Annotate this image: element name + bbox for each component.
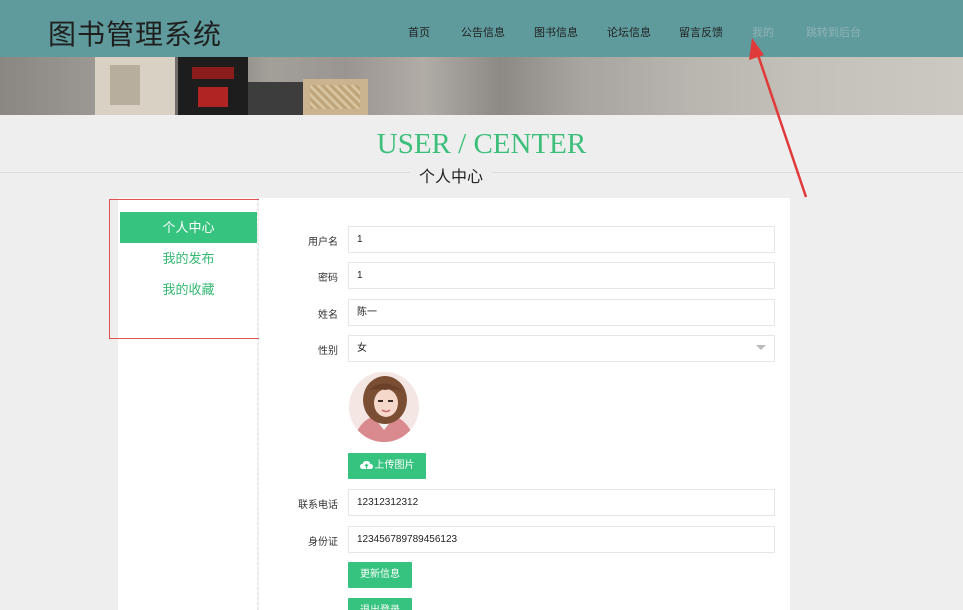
gender-label: 性别 xyxy=(318,346,338,357)
username-label: 用户名 xyxy=(308,237,338,248)
idcard-field[interactable]: 123456789789456123 xyxy=(348,526,775,553)
gender-value: 女 xyxy=(357,343,367,354)
banner-image xyxy=(0,57,963,115)
gender-select[interactable]: 女 xyxy=(348,335,775,362)
annotation-highlight-box xyxy=(109,199,276,339)
nav-home[interactable]: 首页 xyxy=(408,24,430,40)
page-title-en: USER / CENTER xyxy=(376,128,587,160)
name-field[interactable]: 陈一 xyxy=(348,299,775,326)
nav-announcements[interactable]: 公告信息 xyxy=(461,24,505,40)
nav-books[interactable]: 图书信息 xyxy=(534,24,578,40)
idcard-label: 身份证 xyxy=(308,537,338,548)
nav-forum[interactable]: 论坛信息 xyxy=(607,24,651,40)
password-field[interactable]: 1 xyxy=(348,262,775,289)
page-title-cn: 个人中心 xyxy=(410,163,492,187)
username-field[interactable]: 1 xyxy=(348,226,775,253)
nav-feedback[interactable]: 留言反馈 xyxy=(679,24,723,40)
password-label: 密码 xyxy=(318,273,338,284)
upload-image-label: 上传图片 xyxy=(374,460,415,471)
site-brand[interactable]: 图书管理系统 xyxy=(48,13,222,53)
chevron-down-icon xyxy=(756,345,766,350)
avatar xyxy=(349,372,419,442)
avatar-photo xyxy=(349,372,419,442)
phone-field[interactable]: 12312312312 xyxy=(348,489,775,516)
logout-button[interactable]: 退出登录 xyxy=(348,598,412,610)
nav-admin-link[interactable]: 跳转到后台 xyxy=(806,24,861,40)
nav-mine[interactable]: 我的 xyxy=(752,24,774,40)
phone-label: 联系电话 xyxy=(298,500,338,511)
upload-image-button[interactable]: 上传图片 xyxy=(348,453,426,479)
update-info-button[interactable]: 更新信息 xyxy=(348,562,412,588)
name-label: 姓名 xyxy=(318,310,338,321)
cloud-upload-icon xyxy=(359,461,373,470)
